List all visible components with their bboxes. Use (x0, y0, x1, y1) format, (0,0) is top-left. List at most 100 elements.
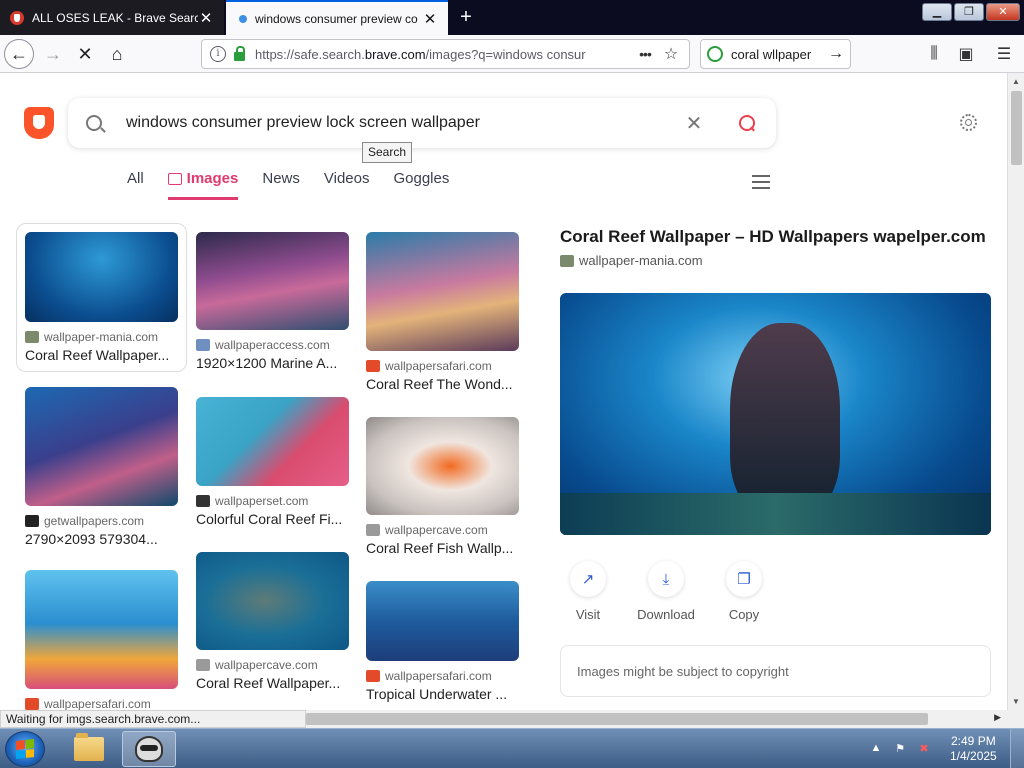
result-caption[interactable]: Coral Reef Fish Wallp... (366, 540, 519, 556)
copy-icon: ❐ (726, 561, 762, 597)
image-result[interactable]: wallpaperset.com Colorful Coral Reef Fi.… (196, 397, 349, 527)
info-icon[interactable]: i (210, 46, 226, 62)
tab-goggles[interactable]: Goggles (393, 170, 449, 200)
horizontal-scrollbar[interactable]: ▶ (306, 710, 1007, 728)
vertical-tabs: All Images News Videos Goggles (127, 170, 449, 200)
result-thumbnail[interactable] (25, 232, 178, 322)
tab-windows-consumer-preview[interactable]: windows consumer preview co ✕ (226, 0, 448, 35)
site-icon (196, 659, 210, 671)
close-icon[interactable]: ✕ (198, 9, 214, 27)
url-text[interactable]: https://safe.search.brave.com/images?q=w… (255, 47, 635, 62)
preview-title[interactable]: Coral Reef Wallpaper – HD Wallpapers wap… (560, 227, 986, 247)
restore-button[interactable]: ❐ (954, 3, 984, 21)
search-box[interactable]: windows consumer preview lock screen wal… (68, 98, 776, 148)
result-thumbnail[interactable] (196, 397, 349, 486)
copyright-note: Images might be subject to copyright (560, 645, 991, 697)
arrow-right-icon[interactable]: → (828, 45, 844, 63)
clear-icon[interactable]: ✕ (682, 111, 706, 136)
result-thumbnail[interactable] (196, 552, 349, 650)
scroll-up-icon[interactable]: ▲ (1012, 77, 1020, 86)
sidebar-icon[interactable]: ▣ (952, 39, 980, 69)
visit-button[interactable]: ↗ Visit (560, 561, 616, 622)
network-error-icon[interactable]: ✖ (916, 742, 932, 756)
tab-news[interactable]: News (262, 170, 300, 200)
start-button[interactable] (5, 731, 45, 767)
brave-favicon-icon (10, 10, 24, 25)
result-thumbnail[interactable] (366, 232, 519, 351)
search-input[interactable]: windows consumer preview lock screen wal… (126, 114, 682, 132)
site-icon (366, 360, 380, 372)
result-caption[interactable]: Coral Reef Wallpaper... (25, 347, 178, 363)
result-thumbnail[interactable] (25, 387, 178, 506)
back-button[interactable]: ← (4, 39, 34, 69)
site-icon (366, 524, 380, 536)
system-tray: ▲ ⚑ ✖ 2:49 PM 1/4/2025 (868, 729, 997, 768)
image-result[interactable]: getwallpapers.com 2790×2093 579304... (25, 387, 178, 547)
tab-videos[interactable]: Videos (324, 170, 370, 200)
forward-button[interactable]: → (38, 39, 68, 69)
coral-pillar (730, 323, 840, 513)
scroll-right-icon[interactable]: ▶ (994, 712, 1001, 723)
search-submit-icon[interactable] (736, 112, 758, 134)
home-button[interactable]: ⌂ (102, 39, 132, 69)
show-hidden-icons-icon[interactable]: ▲ (868, 742, 884, 756)
image-result[interactable]: wallpapersafari.com Coral Reef The Wond.… (366, 232, 519, 392)
taskbar-browser[interactable] (122, 731, 176, 767)
result-caption[interactable]: 1920×1200 Marine A... (196, 355, 349, 371)
download-icon: ⤓ (648, 561, 684, 597)
tab-all-oses-leak[interactable]: ALL OSES LEAK - Brave Search ✕ (0, 0, 224, 35)
action-center-icon[interactable]: ⚑ (892, 742, 908, 756)
page-actions-icon[interactable]: ••• (635, 46, 655, 62)
library-icon[interactable]: ⫼ (920, 39, 948, 69)
image-result[interactable]: wallpapersafari.com (25, 570, 178, 710)
result-caption[interactable]: Coral Reef The Wond... (366, 376, 519, 392)
scroll-thumb[interactable] (1011, 91, 1022, 165)
result-thumbnail[interactable] (196, 232, 349, 330)
result-thumbnail[interactable] (366, 581, 519, 661)
stop-button[interactable]: ✕ (70, 39, 100, 69)
bookmark-star-icon[interactable]: ☆ (661, 44, 681, 64)
show-desktop-button[interactable] (1010, 729, 1024, 768)
result-caption[interactable]: Coral Reef Wallpaper... (196, 675, 349, 691)
download-button[interactable]: ⤓ Download (637, 561, 695, 623)
settings-gear-icon[interactable] (960, 114, 977, 131)
menu-icon[interactable]: ☰ (990, 39, 1018, 69)
copy-button[interactable]: ❐ Copy (716, 561, 772, 622)
vertical-scrollbar[interactable]: ▲ ▼ (1007, 73, 1024, 710)
scroll-corner (1007, 710, 1024, 728)
image-result[interactable]: wallpaperaccess.com 1920×1200 Marine A..… (196, 232, 349, 371)
result-caption[interactable]: 2790×2093 579304... (25, 531, 178, 547)
scroll-down-icon[interactable]: ▼ (1012, 697, 1020, 706)
tab-images[interactable]: Images (167, 170, 239, 200)
image-result[interactable]: wallpapercave.com Coral Reef Fish Wallp.… (366, 417, 519, 556)
result-caption[interactable]: Tropical Underwater ... (366, 686, 519, 702)
brave-logo-icon[interactable] (24, 107, 54, 139)
minimize-button[interactable]: ▁ (922, 3, 952, 21)
preview-source[interactable]: wallpaper-mania.com (560, 253, 703, 268)
result-caption[interactable]: Colorful Coral Reef Fi... (196, 511, 349, 527)
image-icon (167, 173, 182, 185)
image-result[interactable]: wallpapercave.com Coral Reef Wallpaper..… (196, 552, 349, 691)
browser-search-box[interactable]: coral wllpaper → (700, 39, 851, 69)
address-bar[interactable]: i https://safe.search.brave.com/images?q… (201, 39, 690, 69)
search-icon (86, 115, 102, 131)
external-link-icon: ↗ (570, 561, 606, 597)
result-thumbnail[interactable] (366, 417, 519, 515)
preview-image[interactable] (560, 293, 991, 535)
search-engine-icon[interactable] (707, 46, 723, 62)
tab-title: ALL OSES LEAK - Brave Search (32, 10, 198, 25)
clock[interactable]: 2:49 PM 1/4/2025 (950, 734, 997, 764)
close-window-button[interactable]: ✕ (986, 3, 1020, 21)
image-result[interactable]: wallpapersafari.com Tropical Underwater … (366, 581, 519, 702)
close-icon[interactable]: ✕ (422, 10, 438, 28)
scroll-thumb[interactable] (306, 713, 928, 725)
new-tab-button[interactable]: + (455, 6, 477, 28)
loading-dot-icon (239, 14, 247, 23)
image-result[interactable]: wallpaper-mania.com Coral Reef Wallpaper… (16, 223, 187, 372)
taskbar-explorer[interactable] (62, 731, 116, 767)
filter-icon[interactable] (752, 175, 770, 189)
browser-search-query[interactable]: coral wllpaper (731, 47, 828, 62)
windows-logo-icon (16, 739, 34, 759)
tab-all[interactable]: All (127, 170, 144, 200)
result-thumbnail[interactable] (25, 570, 178, 689)
